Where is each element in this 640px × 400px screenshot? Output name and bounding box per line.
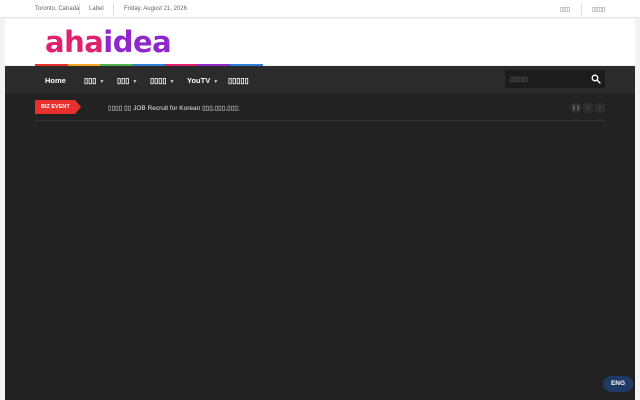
nav-item-youtv[interactable]: YouTV ▼: [187, 76, 218, 85]
next-icon[interactable]: ›: [595, 103, 605, 113]
prev-icon[interactable]: ‹: [583, 103, 593, 113]
date-text: Friday, August 21, 2026: [124, 6, 187, 12]
ticker-badge: BIZ EVENT: [35, 100, 81, 114]
chevron-down-icon: ▼: [213, 79, 219, 85]
nav-item-2[interactable]: ▯▯▯ ▼: [84, 76, 104, 85]
search-icon[interactable]: [591, 74, 601, 84]
nav-item-3[interactable]: ▯▯▯ ▼: [117, 76, 137, 85]
nav-item-label: ▯▯▯: [117, 76, 130, 85]
top-link-left[interactable]: ▯▯▯: [560, 6, 570, 13]
pause-icon[interactable]: ❙❙: [571, 103, 581, 113]
top-bar-divider: [581, 3, 582, 15]
chevron-down-icon: ▼: [99, 79, 105, 85]
logo-text-idea: idea: [103, 25, 172, 59]
nav-item-label: YouTV: [187, 76, 211, 85]
ticker-divider: [35, 120, 605, 121]
nav-item-label: ▯▯▯▯▯: [228, 76, 249, 85]
language-button[interactable]: ENG: [603, 376, 633, 392]
logo-text-aha: aha: [45, 25, 104, 59]
site-logo[interactable]: ahaidea: [45, 25, 172, 59]
top-label-link[interactable]: Label: [89, 6, 104, 12]
nav-item-home[interactable]: Home: [45, 76, 66, 85]
location-text: Toronto, Canada: [35, 6, 80, 12]
search-box: [505, 70, 605, 88]
top-bar: Toronto, Canada Label Friday, August 21,…: [0, 0, 640, 18]
top-link-right[interactable]: ▯▯▯▯: [592, 6, 605, 13]
top-bar-divider: [79, 3, 80, 15]
ticker-headline-link[interactable]: ▯▯▯▯ ▯▯ JOB Recruit for Korean ▯▯▯,▯▯▯,▯…: [108, 104, 240, 112]
chevron-down-icon: ▼: [169, 79, 175, 85]
nav-item-label: Home: [45, 76, 66, 85]
main-navigation: Home ▯▯▯ ▼ ▯▯▯ ▼ ▯▯▯▯ ▼ YouTV ▼ ▯▯▯▯▯: [5, 66, 635, 94]
top-bar-divider: [113, 3, 114, 15]
search-input[interactable]: [505, 70, 587, 88]
nav-item-label: ▯▯▯▯: [150, 76, 167, 85]
nav-item-6[interactable]: ▯▯▯▯▯: [228, 76, 249, 85]
nav-item-label: ▯▯▯: [84, 76, 97, 85]
chevron-down-icon: ▼: [132, 79, 138, 85]
main-content: BIZ EVENT ▯▯▯▯ ▯▯ JOB Recruit for Korean…: [5, 94, 635, 400]
site-header: ahaidea: [5, 19, 635, 65]
nav-item-4[interactable]: ▯▯▯▯ ▼: [150, 76, 174, 85]
